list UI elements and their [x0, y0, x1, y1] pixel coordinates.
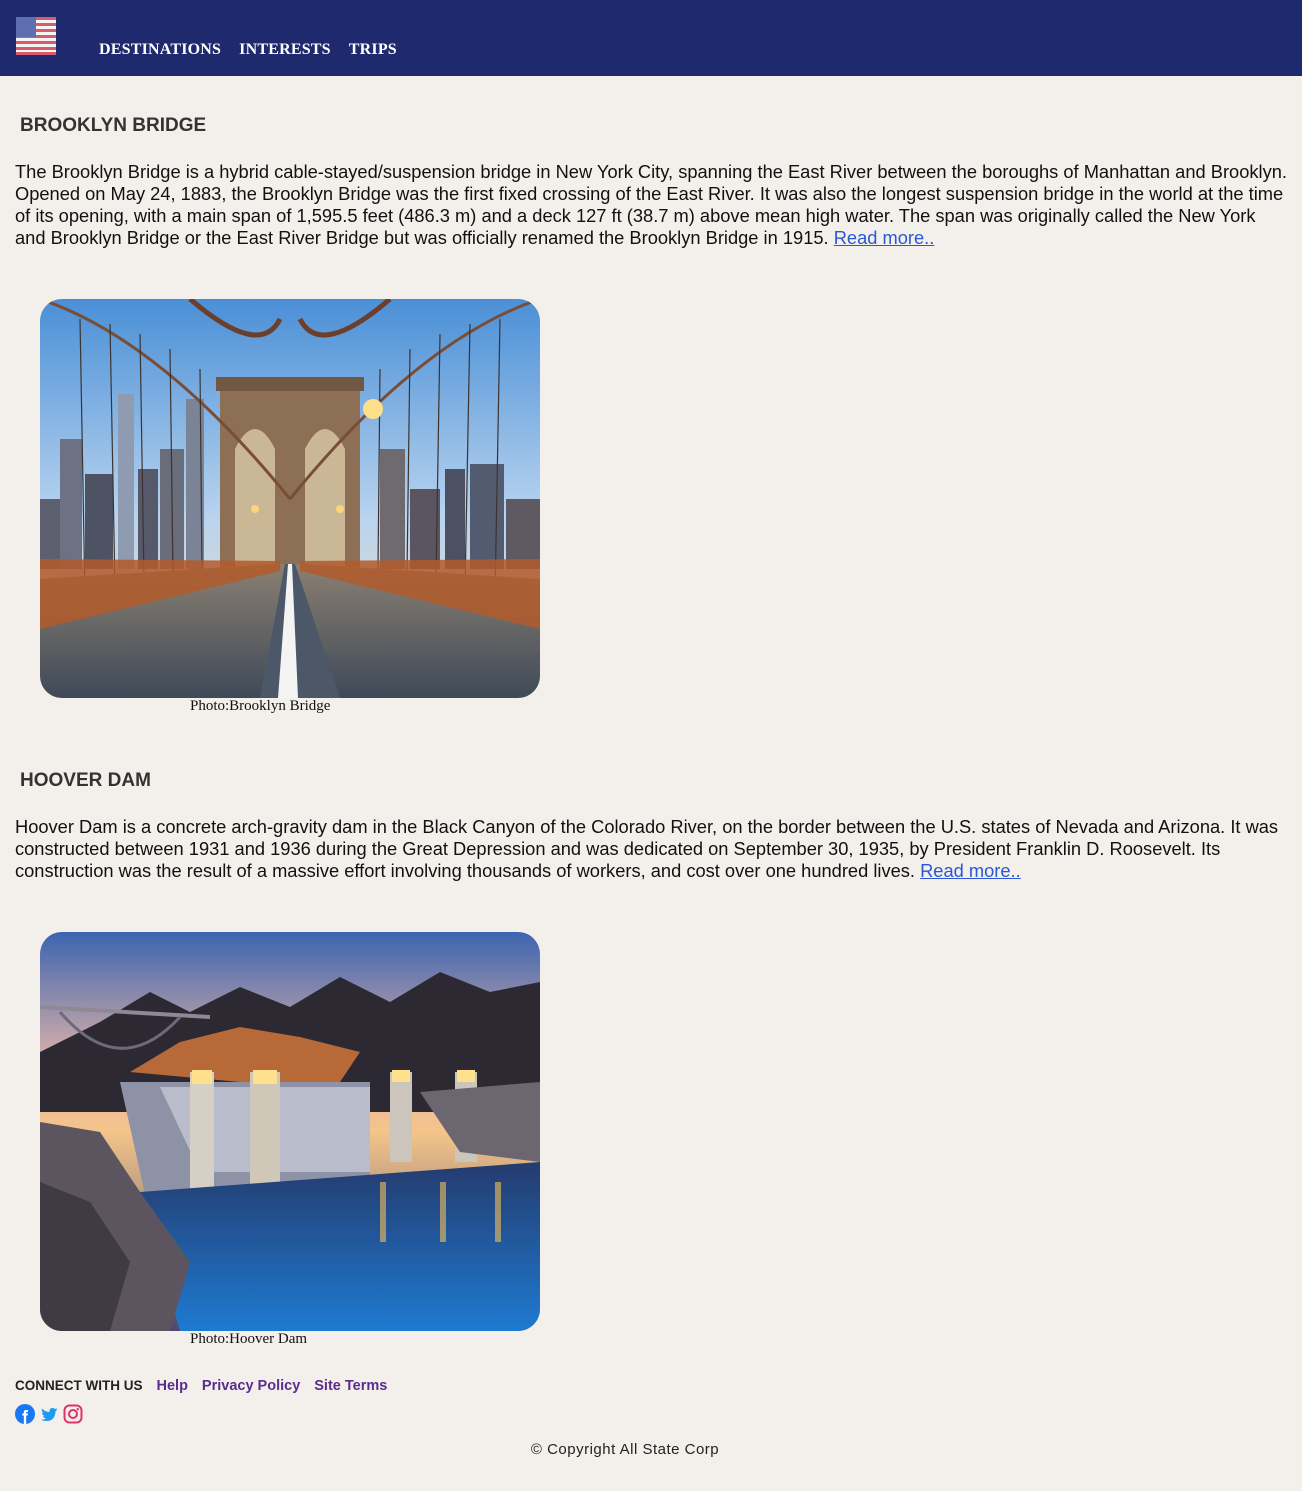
section-text-brooklyn-bridge: The Brooklyn Bridge is a hybrid cable-st…	[15, 161, 1290, 249]
section-text-hoover-dam: Hoover Dam is a concrete arch-gravity da…	[15, 816, 1290, 882]
read-more-link-hoover[interactable]: Read more..	[920, 860, 1021, 881]
brooklyn-bridge-photo	[40, 299, 540, 698]
footer-link-privacy-policy[interactable]: Privacy Policy	[202, 1378, 300, 1394]
section-title-hoover-dam: HOOVER DAM	[20, 770, 151, 791]
nav-interests[interactable]: INTERESTS	[239, 41, 331, 59]
brooklyn-bridge-description: The Brooklyn Bridge is a hybrid cable-st…	[15, 161, 1287, 248]
connect-with-us-label: CONNECT WITH US	[15, 1378, 143, 1393]
footer-link-site-terms[interactable]: Site Terms	[314, 1378, 387, 1394]
footer-link-help[interactable]: Help	[157, 1378, 188, 1394]
instagram-icon[interactable]	[63, 1404, 83, 1424]
photo-caption-hoover: Photo:Hoover Dam	[190, 1331, 308, 1347]
nav-destinations[interactable]: DESTINATIONS	[99, 41, 221, 59]
hoover-dam-description: Hoover Dam is a concrete arch-gravity da…	[15, 816, 1279, 881]
hoover-dam-photo	[40, 932, 540, 1331]
section-title-brooklyn-bridge: BROOKLYN BRIDGE	[20, 115, 207, 136]
us-flag-icon[interactable]	[16, 17, 56, 55]
photo-caption-brooklyn: Photo:Brooklyn Bridge	[190, 698, 331, 714]
read-more-link-brooklyn[interactable]: Read more..	[834, 227, 935, 248]
nav-trips[interactable]: TRIPS	[349, 41, 397, 59]
facebook-icon[interactable]	[15, 1404, 35, 1424]
copyright-text: © Copyright All State Corp	[530, 1441, 720, 1458]
footer-links: CONNECT WITH US Help Privacy Policy Site…	[15, 1378, 387, 1394]
main-nav: DESTINATIONS INTERESTS TRIPS	[99, 41, 397, 59]
social-icons	[15, 1404, 83, 1424]
twitter-icon[interactable]	[39, 1404, 59, 1424]
top-navigation-bar: DESTINATIONS INTERESTS TRIPS	[0, 0, 1302, 76]
